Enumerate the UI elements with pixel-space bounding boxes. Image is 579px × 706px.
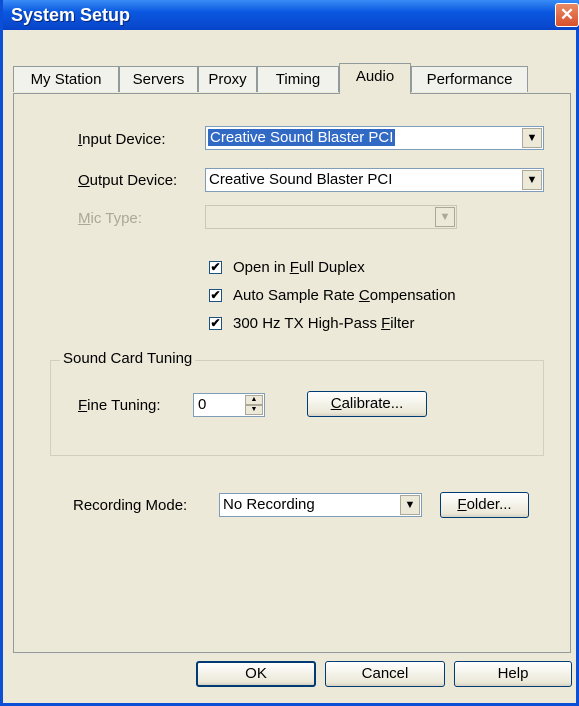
high-pass-filter-label: 300 Hz TX High-Pass Filter xyxy=(233,315,415,332)
tab-performance[interactable]: Performance xyxy=(411,66,528,92)
check-icon[interactable]: ✔ xyxy=(209,317,222,330)
fine-tuning-label: Fine Tuning: xyxy=(78,397,161,414)
fine-tuning-value: 0 xyxy=(198,396,207,413)
title-bar[interactable]: System Setup ✕ xyxy=(3,0,579,30)
close-icon: ✕ xyxy=(559,5,575,24)
chevron-down-icon: ▼ xyxy=(435,207,455,227)
fine-tuning-stepper[interactable]: 0 ▲ ▼ xyxy=(193,393,265,417)
check-icon[interactable]: ✔ xyxy=(209,289,222,302)
mic-type-select: ▼ xyxy=(205,205,457,229)
auto-sample-rate-label: Auto Sample Rate Compensation xyxy=(233,287,456,304)
spin-down-icon[interactable]: ▼ xyxy=(245,405,263,415)
spin-up-icon[interactable]: ▲ xyxy=(245,395,263,405)
cancel-button[interactable]: Cancel xyxy=(325,661,445,687)
sound-card-tuning-title: Sound Card Tuning xyxy=(60,350,196,367)
recording-mode-label: Recording Mode: xyxy=(73,497,188,514)
tab-timing[interactable]: Timing xyxy=(257,66,339,92)
system-setup-window: System Setup ✕ My Station Servers Proxy … xyxy=(0,0,579,706)
tab-audio[interactable]: Audio xyxy=(339,63,411,94)
input-device-select[interactable]: Creative Sound Blaster PCI ▼ xyxy=(205,126,544,150)
check-icon[interactable]: ✔ xyxy=(209,261,222,274)
window-title: System Setup xyxy=(11,5,131,25)
recording-mode-select[interactable]: No Recording ▼ xyxy=(219,493,422,517)
output-device-label: Output Device: xyxy=(78,172,178,189)
mic-type-label: Mic Type: xyxy=(78,210,142,227)
ok-button[interactable]: OK xyxy=(196,661,316,687)
close-button[interactable]: ✕ xyxy=(555,3,579,27)
tab-proxy[interactable]: Proxy xyxy=(198,66,257,92)
output-device-select[interactable]: Creative Sound Blaster PCI ▼ xyxy=(205,168,544,192)
input-device-label: Input Device: xyxy=(78,131,166,148)
tab-servers[interactable]: Servers xyxy=(119,66,198,92)
help-button[interactable]: Help xyxy=(454,661,572,687)
full-duplex-label: Open in Full Duplex xyxy=(233,259,365,276)
folder-button[interactable]: Folder... xyxy=(440,492,529,518)
tab-my-station[interactable]: My Station xyxy=(13,66,119,92)
output-device-value: Creative Sound Blaster PCI xyxy=(209,171,393,188)
input-device-value: Creative Sound Blaster PCI xyxy=(208,129,396,146)
chevron-down-icon[interactable]: ▼ xyxy=(400,495,420,515)
recording-mode-value: No Recording xyxy=(223,496,315,513)
calibrate-button[interactable]: Calibrate... xyxy=(307,391,427,417)
chevron-down-icon[interactable]: ▼ xyxy=(522,128,542,148)
chevron-down-icon[interactable]: ▼ xyxy=(522,170,542,190)
